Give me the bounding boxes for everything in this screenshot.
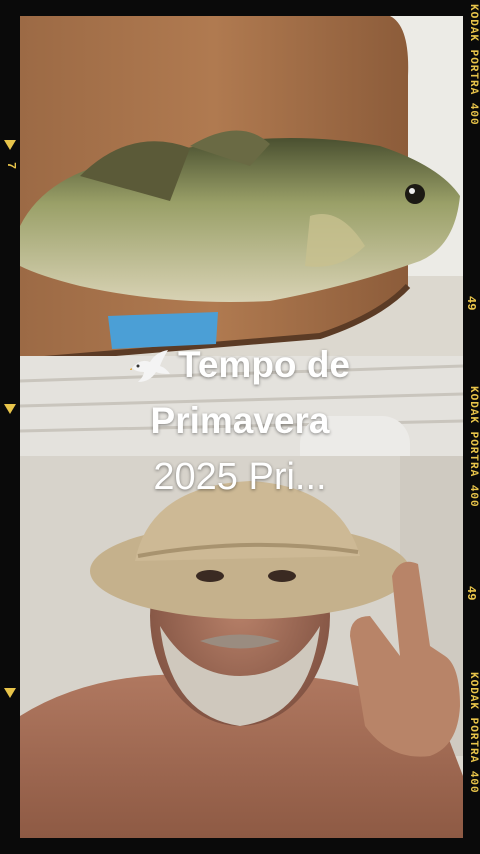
- frame-number-left: 7: [4, 162, 18, 170]
- film-brand-label: KODAK PORTRA 400: [467, 672, 479, 794]
- frame-number: 49: [464, 586, 478, 601]
- film-marker-icon: [4, 140, 16, 150]
- caption-line-1: Tempo de: [0, 344, 480, 386]
- caption-line-1-text: Tempo de: [178, 344, 350, 385]
- film-frame: 7 KODAK PORTRA 400 49 KODAK PORTRA 400 4…: [0, 0, 480, 854]
- caption-line-2: Primavera: [150, 400, 330, 441]
- film-marker-icon: [4, 688, 16, 698]
- caption-line-3: 2025 Pri...: [153, 456, 327, 498]
- film-brand-label: KODAK PORTRA 400: [467, 4, 479, 126]
- dove-icon: [130, 350, 170, 383]
- frame-number: 49: [464, 296, 478, 311]
